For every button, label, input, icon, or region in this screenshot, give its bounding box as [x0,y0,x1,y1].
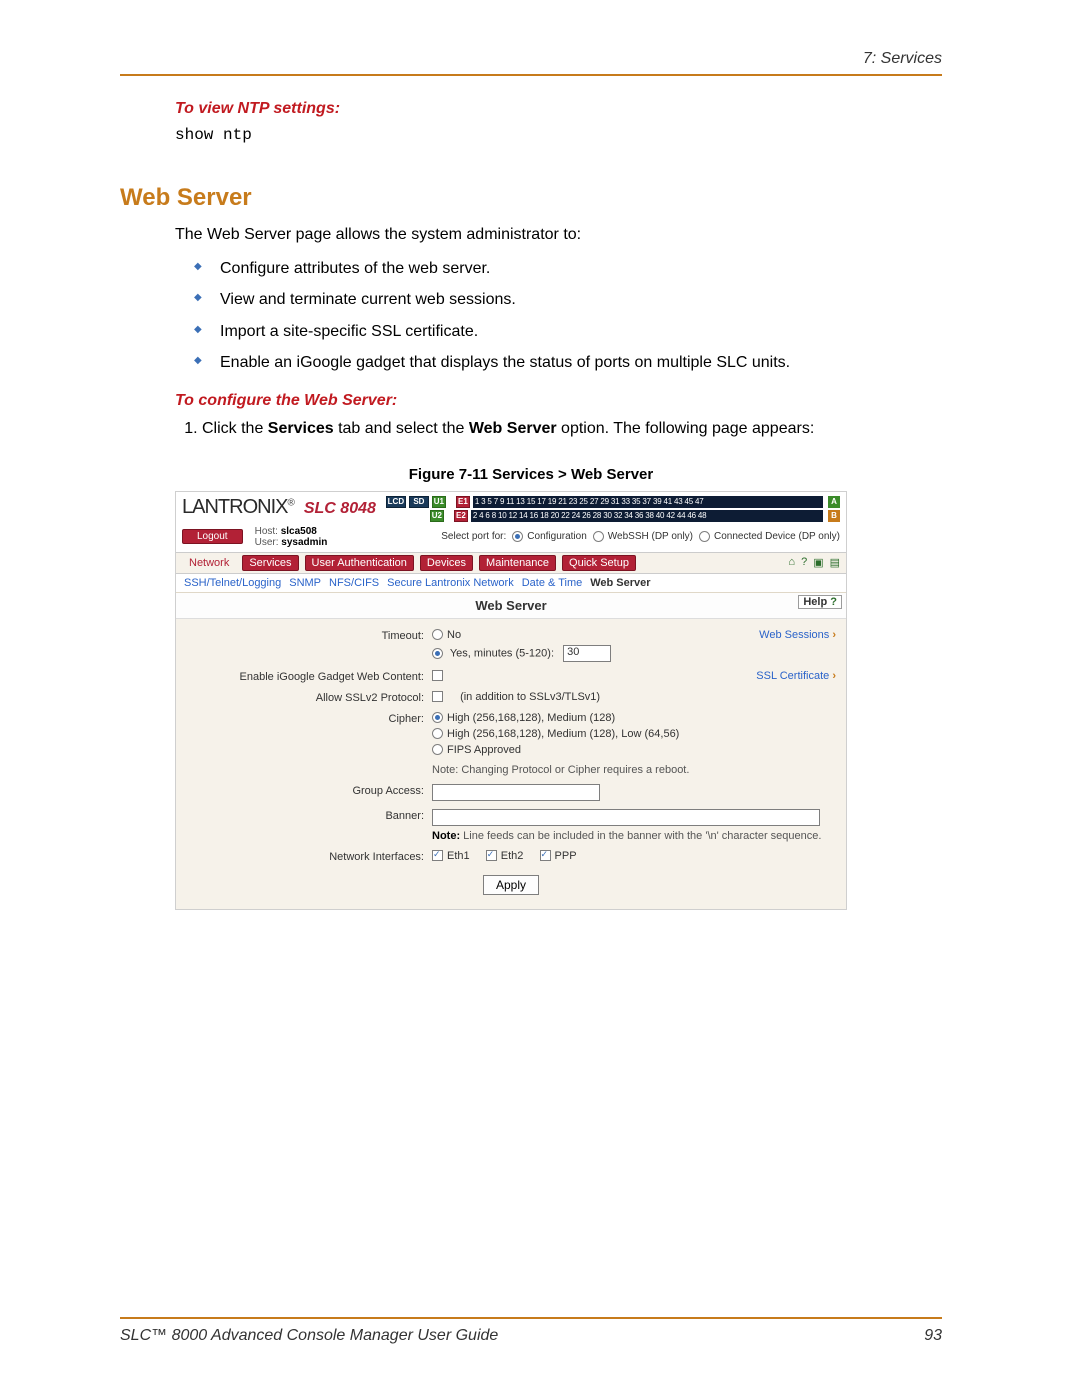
eth1-checkbox[interactable] [432,850,443,861]
sp-connected-radio[interactable] [699,531,710,542]
banner-input[interactable] [432,809,820,826]
e1-indicator: E1 [456,496,470,508]
cipher-fips-radio[interactable] [432,744,443,755]
sd-indicator: SD [409,496,429,508]
group-b-chip[interactable]: B [828,510,840,522]
list-item: Configure attributes of the web server. [200,258,942,280]
sub-tab-bar: SSH/Telnet/Logging SNMP NFS/CIFS Secure … [176,574,846,593]
logout-button[interactable]: Logout [182,529,243,544]
banner-note: Line feeds can be included in the banner… [463,830,821,842]
web-server-heading: Web Server [120,184,942,212]
web-sessions-link[interactable]: Web Sessions [759,629,829,641]
list-item: Import a site-specific SSL certificate. [200,321,942,343]
doc-header: 7: Services [120,50,942,74]
subtab-date-time[interactable]: Date & Time [522,577,583,589]
figure-caption: Figure 7-11 Services > Web Server [120,466,942,483]
capabilities-list: Configure attributes of the web server. … [200,258,942,374]
subtab-ssh-telnet-logging[interactable]: SSH/Telnet/Logging [184,577,281,589]
brand-bar: LANTRONIX® SLC 8048 LCD SD U1 E1 1 3 5 7… [176,492,846,524]
tab-devices[interactable]: Devices [420,555,473,571]
brand-logo: LANTRONIX® [182,496,294,519]
page-footer: SLC™ 8000 Advanced Console Manager User … [120,1317,942,1345]
group-a-chip[interactable]: A [828,496,840,508]
tab-services[interactable]: Services [242,555,298,571]
tab-network[interactable]: Network [182,555,236,571]
port-row-odd[interactable]: 1 3 5 7 9 11 13 15 17 19 21 23 25 27 29 … [473,496,823,508]
cipher-high-med-low-radio[interactable] [432,728,443,739]
cipher-label: Cipher: [184,712,432,725]
intro-paragraph: The Web Server page allows the system ad… [175,224,942,246]
lcd-indicator: LCD [386,496,406,508]
configure-heading: To configure the Web Server: [175,392,942,410]
list-icon[interactable]: ▤ [830,556,840,569]
u2-indicator: U2 [430,510,444,522]
header-rule [120,74,942,76]
ppp-checkbox[interactable] [540,850,551,861]
tab-user-auth[interactable]: User Authentication [305,555,414,571]
timeout-label: Timeout: [184,629,432,642]
section-label: 7: Services [863,50,942,68]
home-icon[interactable]: ⌂ [788,556,795,569]
select-port-for: Select port for: Configuration WebSSH (D… [441,531,840,542]
list-item: View and terminate current web sessions. [200,289,942,311]
chevron-right-icon: › [832,670,836,682]
panel-help-button[interactable]: Help ? [798,595,842,609]
subtab-nfs-cifs[interactable]: NFS/CIFS [329,577,379,589]
chevron-right-icon: › [832,629,836,641]
ssl-certificate-link[interactable]: SSL Certificate [756,670,829,682]
sslv2-checkbox[interactable] [432,691,443,702]
sslv2-label: Allow SSLv2 Protocol: [184,691,432,704]
footer-title: SLC™ 8000 Advanced Console Manager User … [120,1327,498,1345]
sp-webssh-radio[interactable] [593,531,604,542]
steps-list: Click the Services tab and select the We… [176,418,942,440]
u1-indicator: U1 [432,496,446,508]
form-area: Timeout: No Yes, minutes (5-120): 30 Web… [176,619,846,909]
timeout-no-radio[interactable] [432,629,443,640]
product-name: SLC 8048 [304,500,376,518]
sp-configuration-radio[interactable] [512,531,523,542]
cli-command: show ntp [175,126,942,144]
tab-maintenance[interactable]: Maintenance [479,555,556,571]
banner-label: Banner: [184,809,432,822]
panel-title: Web Server [475,598,546,613]
banner-note-bold: Note: [432,830,460,842]
e2-indicator: E2 [454,510,468,522]
session-bar: Logout Host: slca508 User: sysadmin Sele… [176,524,846,552]
subtab-web-server[interactable]: Web Server [590,577,650,589]
port-map: LCD SD U1 E1 1 3 5 7 9 11 13 15 17 19 21… [386,496,840,522]
help-icon[interactable]: ? [801,556,807,569]
timeout-minutes-input[interactable]: 30 [563,645,611,662]
cipher-high-med-radio[interactable] [432,712,443,723]
subtab-secure-lantronix-network[interactable]: Secure Lantronix Network [387,577,514,589]
host-user-info: Host: slca508 User: sysadmin [255,526,328,548]
expand-icon[interactable]: ▣ [813,556,823,569]
footer-rule [120,1317,942,1319]
port-row-even[interactable]: 2 4 6 8 10 12 14 16 18 20 22 24 26 28 30… [471,510,823,522]
main-tab-bar: Network Services User Authentication Dev… [176,552,846,574]
network-interfaces-label: Network Interfaces: [184,850,432,863]
sslv2-hint: (in addition to SSLv3/TLSv1) [460,691,600,703]
eth2-checkbox[interactable] [486,850,497,861]
tab-quick-setup[interactable]: Quick Setup [562,555,636,571]
protocol-cipher-note: Note: Changing Protocol or Cipher requir… [432,764,838,776]
igoogle-checkbox[interactable] [432,670,443,681]
step-item: Click the Services tab and select the We… [202,418,942,440]
page-number: 93 [924,1327,942,1345]
panel-title-bar: Web Server Help ? [176,593,846,619]
apply-button[interactable]: Apply [483,875,539,895]
timeout-yes-radio[interactable] [432,648,443,659]
group-access-label: Group Access: [184,784,432,797]
group-access-input[interactable] [432,784,600,801]
screenshot: LANTRONIX® SLC 8048 LCD SD U1 E1 1 3 5 7… [175,491,847,910]
view-ntp-heading: To view NTP settings: [175,100,942,118]
list-item: Enable an iGoogle gadget that displays t… [200,352,942,374]
subtab-snmp[interactable]: SNMP [289,577,321,589]
igoogle-label: Enable iGoogle Gadget Web Content: [184,670,432,683]
